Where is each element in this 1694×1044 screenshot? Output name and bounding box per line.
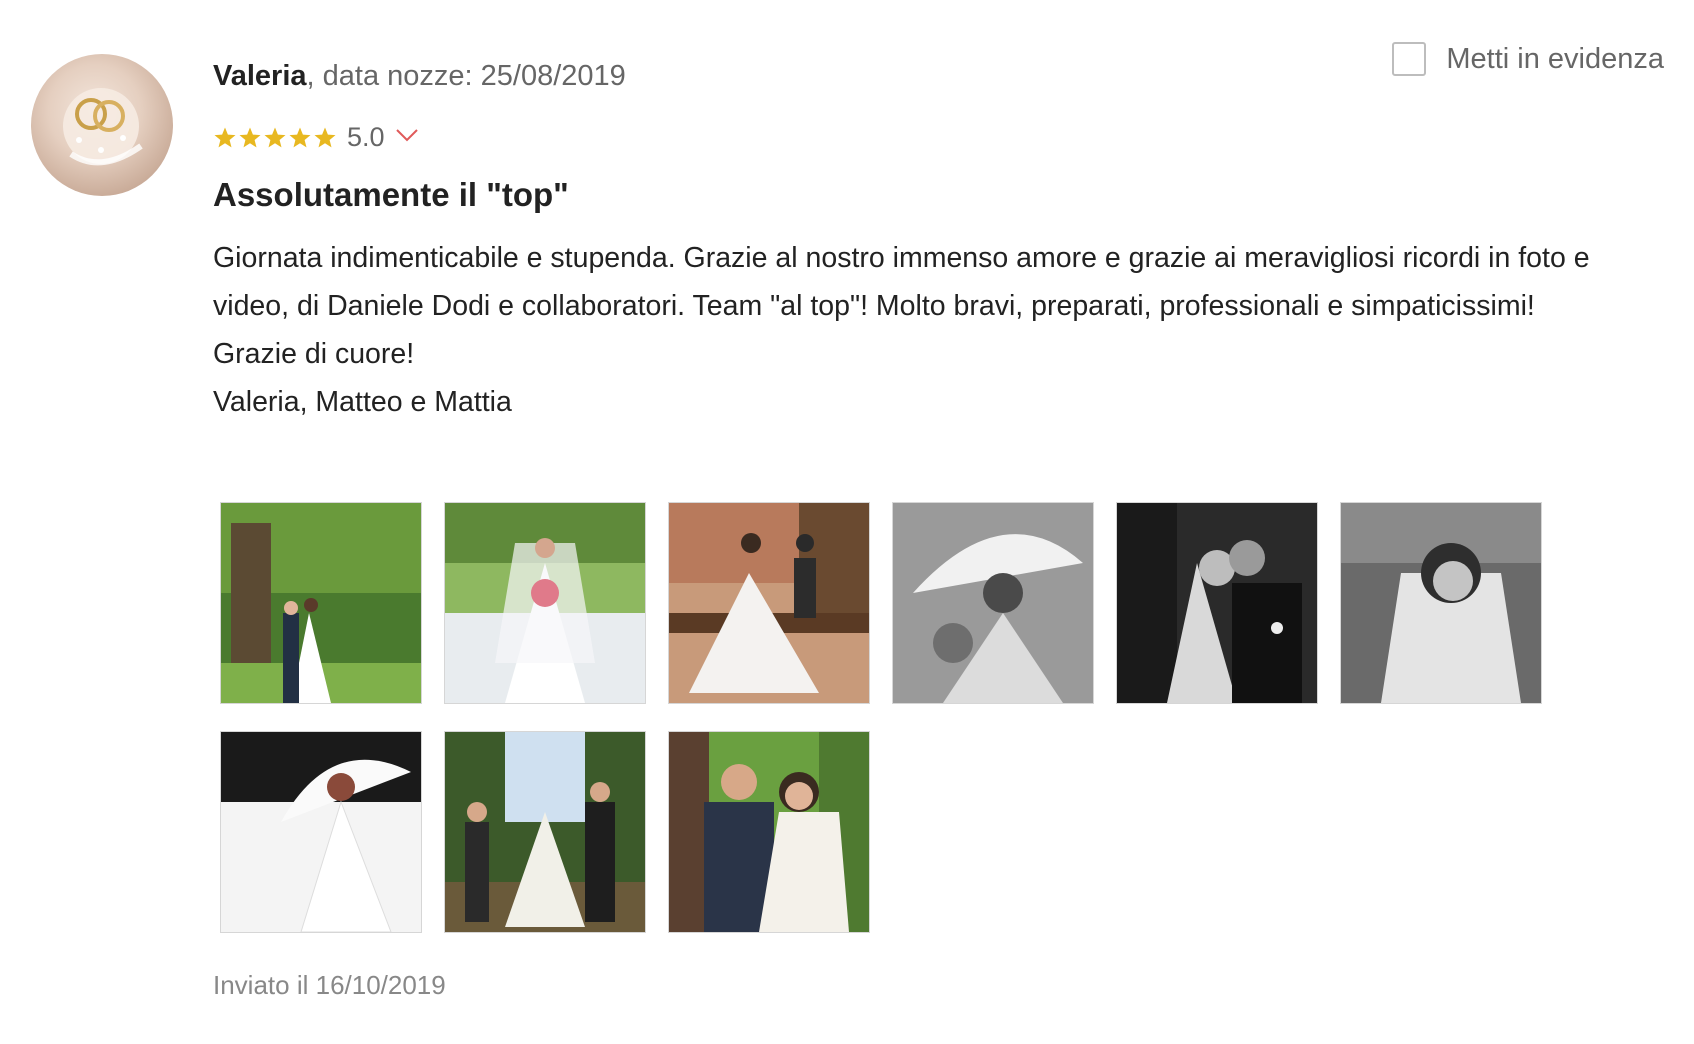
photo-bride-smiling-bw[interactable] bbox=[1340, 502, 1542, 704]
review-title: Assolutamente il "top" bbox=[213, 176, 569, 213]
photo-bride-bouquet[interactable] bbox=[444, 502, 646, 704]
review-paragraph: Giornata indimenticabile e stupenda. Gra… bbox=[213, 242, 1590, 322]
photo-bride-umbrella-bw[interactable] bbox=[892, 502, 1094, 704]
review-paragraph: Valeria, Matteo e Mattia bbox=[213, 386, 512, 418]
photo-couple-kiss-bw[interactable] bbox=[1116, 502, 1318, 704]
rating: 5.0 bbox=[213, 122, 419, 153]
star-icon bbox=[264, 127, 286, 147]
rating-value: 5.0 bbox=[347, 122, 385, 152]
reviewer-header: Valeria, data nozze: 25/08/2019 bbox=[213, 60, 626, 93]
photo-couple-embrace[interactable] bbox=[668, 731, 870, 933]
star-icon bbox=[214, 127, 236, 147]
feature-checkbox[interactable] bbox=[1392, 42, 1427, 76]
star-icon bbox=[289, 127, 311, 147]
feature-label[interactable]: Metti in evidenza bbox=[1446, 43, 1664, 76]
star-rating bbox=[213, 126, 337, 150]
photo-bride-groom-bench[interactable] bbox=[668, 502, 870, 704]
sent-date: Inviato il 16/10/2019 bbox=[213, 970, 446, 1000]
review-paragraph: Grazie di cuore! bbox=[213, 338, 415, 370]
photo-family-trees[interactable] bbox=[444, 731, 646, 933]
reviewer-name: Valeria bbox=[213, 60, 307, 92]
wedding-date: , data nozze: 25/08/2019 bbox=[306, 60, 626, 92]
feature-toggle[interactable]: Metti in evidenza bbox=[1392, 42, 1664, 76]
star-icon bbox=[314, 127, 336, 147]
review-body: Giornata indimenticabile e stupenda. Gra… bbox=[213, 234, 1673, 426]
photo-bride-umbrella[interactable] bbox=[220, 731, 422, 933]
reviewer-avatar bbox=[31, 54, 173, 196]
star-icon bbox=[239, 127, 261, 147]
chevron-down-icon[interactable] bbox=[395, 127, 419, 148]
photo-couple-forest[interactable] bbox=[220, 502, 422, 704]
